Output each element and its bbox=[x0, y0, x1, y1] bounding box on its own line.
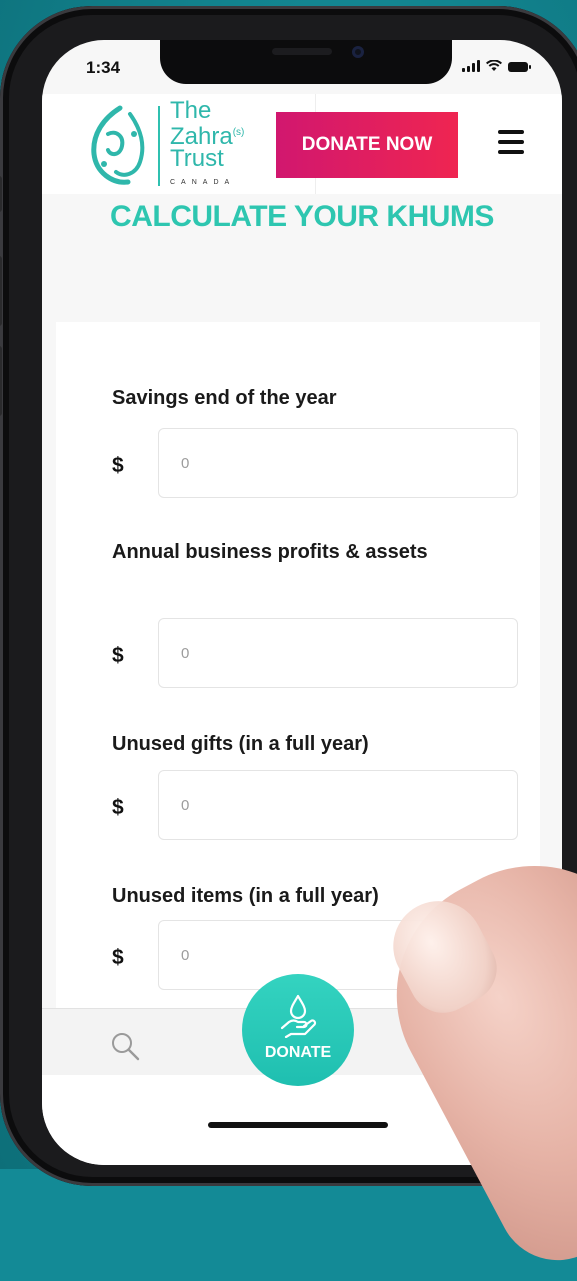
status-icons bbox=[462, 60, 531, 72]
battery-icon bbox=[508, 62, 531, 72]
currency-symbol: $ bbox=[112, 644, 124, 667]
hamburger-menu-icon[interactable] bbox=[498, 130, 524, 156]
signal-icon bbox=[462, 60, 480, 72]
currency-symbol: $ bbox=[112, 454, 124, 477]
field-label-unused-items: Unused items (in a full year) bbox=[112, 885, 379, 907]
zahra-trust-logo-icon[interactable] bbox=[82, 104, 158, 190]
savings-input[interactable] bbox=[158, 428, 518, 498]
search-icon[interactable] bbox=[110, 1031, 140, 1061]
logo-line-the: The bbox=[170, 97, 212, 124]
page-title: CALCULATE YOUR KHUMS bbox=[110, 200, 494, 233]
front-camera bbox=[352, 46, 364, 58]
unused-gifts-input[interactable] bbox=[158, 770, 518, 840]
field-label-business-profits: Annual business profits & assets bbox=[112, 541, 428, 563]
logo-text[interactable]: The Zahra(s) Trust CANADA bbox=[170, 97, 244, 194]
logo-line-canada: CANADA bbox=[170, 179, 236, 186]
wifi-icon bbox=[486, 60, 502, 71]
logo-line-trust: Trust bbox=[170, 145, 224, 172]
phone-notch bbox=[160, 40, 452, 84]
field-label-savings: Savings end of the year bbox=[112, 387, 337, 409]
donate-hand-icon bbox=[280, 994, 317, 1038]
donate-button[interactable]: DONATE bbox=[242, 974, 354, 1086]
currency-symbol: $ bbox=[112, 796, 124, 819]
logo-divider bbox=[158, 106, 160, 186]
site-header: The Zahra(s) Trust CANADA DONATE NOW bbox=[42, 94, 562, 194]
field-label-unused-gifts: Unused gifts (in a full year) bbox=[112, 733, 369, 755]
business-profits-input[interactable] bbox=[158, 618, 518, 688]
home-indicator bbox=[208, 1122, 388, 1128]
donate-now-button[interactable]: DONATE NOW bbox=[276, 112, 458, 178]
status-time: 1:34 bbox=[86, 58, 121, 77]
speaker bbox=[272, 48, 332, 55]
donate-button-label: DONATE bbox=[264, 1044, 332, 1061]
currency-symbol: $ bbox=[112, 946, 124, 969]
